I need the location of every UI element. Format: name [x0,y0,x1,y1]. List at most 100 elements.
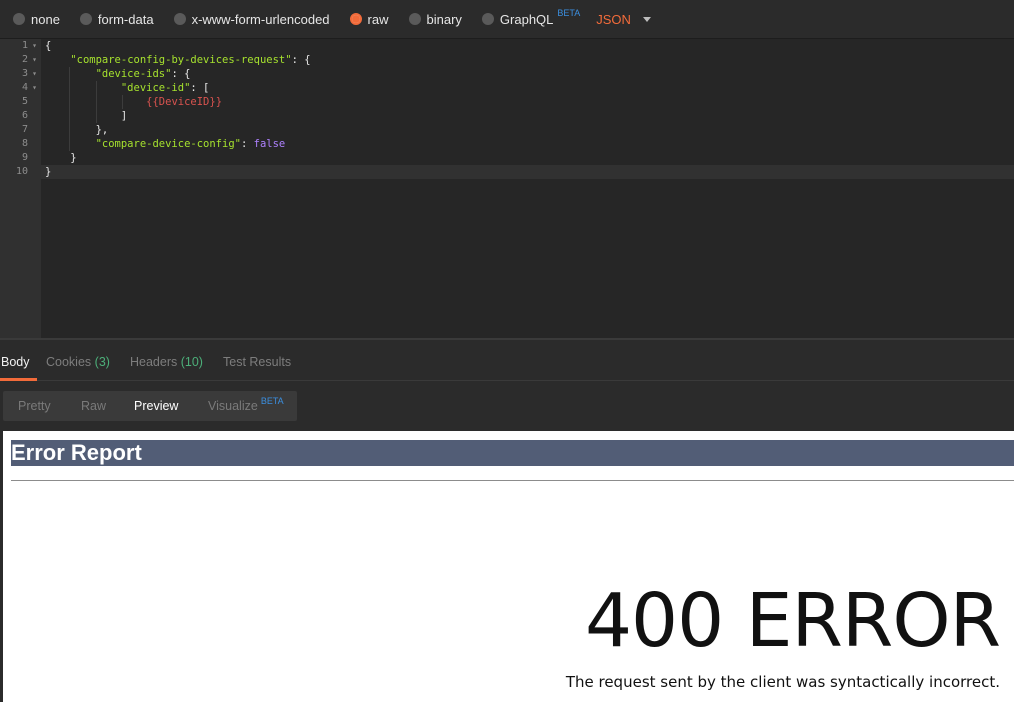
error-code: 400 ERROR [584,578,1001,664]
body-type-form-data[interactable]: form-data [79,11,154,27]
body-type-binary[interactable]: binary [408,11,462,27]
line-number-text: 2 [21,54,28,65]
code-token: { [45,40,52,52]
body-type-none[interactable]: none [13,12,60,27]
tab-body[interactable]: Body [1,355,30,369]
tab-label: Headers [130,355,178,369]
code-token: false [253,138,286,150]
fold-arrow-icon[interactable]: ▾ [32,53,37,67]
code-token: "device-ids" [95,68,172,80]
code-line: ] [45,109,127,123]
code-token: }, [95,124,109,136]
code-token: {{DeviceID}} [146,96,223,108]
view-mode-toggle: Pretty Raw Preview Visualize BETA [3,391,297,421]
line-number: 5 [0,95,41,109]
line-number: 7 [0,123,41,137]
tab-count: (10) [180,355,203,369]
code-line: { [45,39,51,53]
format-label: JSON [596,11,631,27]
line-number-text: 9 [21,152,28,163]
code-line: }, [45,123,109,137]
indent-guide [69,67,71,151]
tab-test-results[interactable]: Test Results [223,355,291,369]
line-number: 4 ▾ [0,81,41,95]
tab-cookies[interactable]: Cookies (3) [46,355,110,369]
line-number-text: 5 [21,96,28,107]
code-line: } [45,165,51,179]
code-token: "compare-config-by-devices-request" [70,54,292,66]
code-line: {{DeviceID}} [45,95,222,109]
body-type-urlencoded[interactable]: x-www-form-urlencoded [173,11,330,27]
line-gutter: 1 ▾ 2 ▾ 3 ▾ 4 ▾ 5 6 7 8 9 10 [0,39,41,339]
radio-urlencoded[interactable] [173,13,186,25]
radio-binary[interactable] [408,13,421,25]
beta-badge: BETA [260,396,284,406]
body-type-label: none [31,11,60,27]
body-type-label: GraphQL [499,11,554,27]
line-number: 6 [0,109,41,123]
body-type-graphql[interactable]: GraphQL BETA [481,8,580,27]
code-line: } [45,151,77,165]
line-number: 3 ▾ [0,67,41,81]
view-raw-button[interactable]: Raw [81,399,106,413]
tab-headers[interactable]: Headers (10) [130,355,203,369]
code-line: "compare-config-by-devices-request": { [45,53,311,67]
view-visualize-button[interactable]: Visualize BETA [208,396,284,413]
code-line: "compare-device-config": false [45,137,286,151]
fold-arrow-icon[interactable]: ▾ [32,81,37,95]
fold-arrow-icon[interactable]: ▾ [32,67,37,81]
tab-label: Cookies [46,355,92,369]
view-visualize-label: Visualize [208,399,258,413]
code-token: : [240,138,254,150]
response-tabs: Body Cookies (3) Headers (10) Test Resul… [0,338,1014,381]
line-number: 10 [0,165,41,179]
active-line-highlight [41,165,1014,179]
body-type-label: form-data [97,11,154,27]
divider [11,480,1014,481]
indent-guide [95,81,97,123]
body-type-raw[interactable]: raw [349,11,389,27]
line-number-text: 1 [21,40,28,51]
view-preview-button[interactable]: Preview [134,399,178,413]
line-number-text: 6 [21,110,28,121]
radio-form-data[interactable] [79,13,92,25]
tab-count: (3) [94,355,110,369]
line-number-text: 10 [15,166,28,177]
format-dropdown[interactable]: JSON [596,12,651,27]
line-number-text: 4 [21,82,28,93]
tab-label: Test Results [223,355,292,369]
line-number-text: 3 [21,68,28,79]
line-number: 2 ▾ [0,53,41,67]
indent-guide [122,95,124,109]
code-token: : [ [190,82,210,94]
code-token: ] [120,110,128,122]
line-number: 8 [0,137,41,151]
radio-raw[interactable] [349,13,362,25]
radio-none[interactable] [13,13,25,25]
code-token: "compare-device-config" [95,138,241,150]
line-number-text: 8 [21,138,28,149]
line-number: 9 [0,151,41,165]
view-pretty-button[interactable]: Pretty [18,399,51,413]
code-token: } [70,152,77,164]
fold-arrow-icon[interactable]: ▾ [32,39,37,53]
error-report-heading: Error Report [11,440,1014,466]
request-body-editor[interactable]: 1 ▾ 2 ▾ 3 ▾ 4 ▾ 5 6 7 8 9 10 { "compare-config-by-dev… [0,38,1014,339]
tab-label: Body [1,355,30,369]
body-type-label: x-www-form-urlencoded [191,11,330,27]
code-line: "device-ids": { [45,67,191,81]
code-token: } [45,166,52,178]
chevron-down-icon [642,16,651,22]
body-type-label: binary [426,11,462,27]
code-token: : { [291,54,311,66]
beta-badge: BETA [557,8,581,18]
line-number-text: 7 [21,124,28,135]
body-type-label: raw [367,11,389,27]
body-type-bar: none form-data x-www-form-urlencoded raw… [0,0,1014,38]
response-view-bar: Pretty Raw Preview Visualize BETA [0,381,1014,431]
error-message: The request sent by the client was synta… [565,673,1000,691]
response-preview: Error Report 400 ERROR The request sent … [3,431,1014,702]
line-number: 1 ▾ [0,39,41,53]
radio-graphql[interactable] [481,13,494,25]
code-token: : { [171,68,191,80]
